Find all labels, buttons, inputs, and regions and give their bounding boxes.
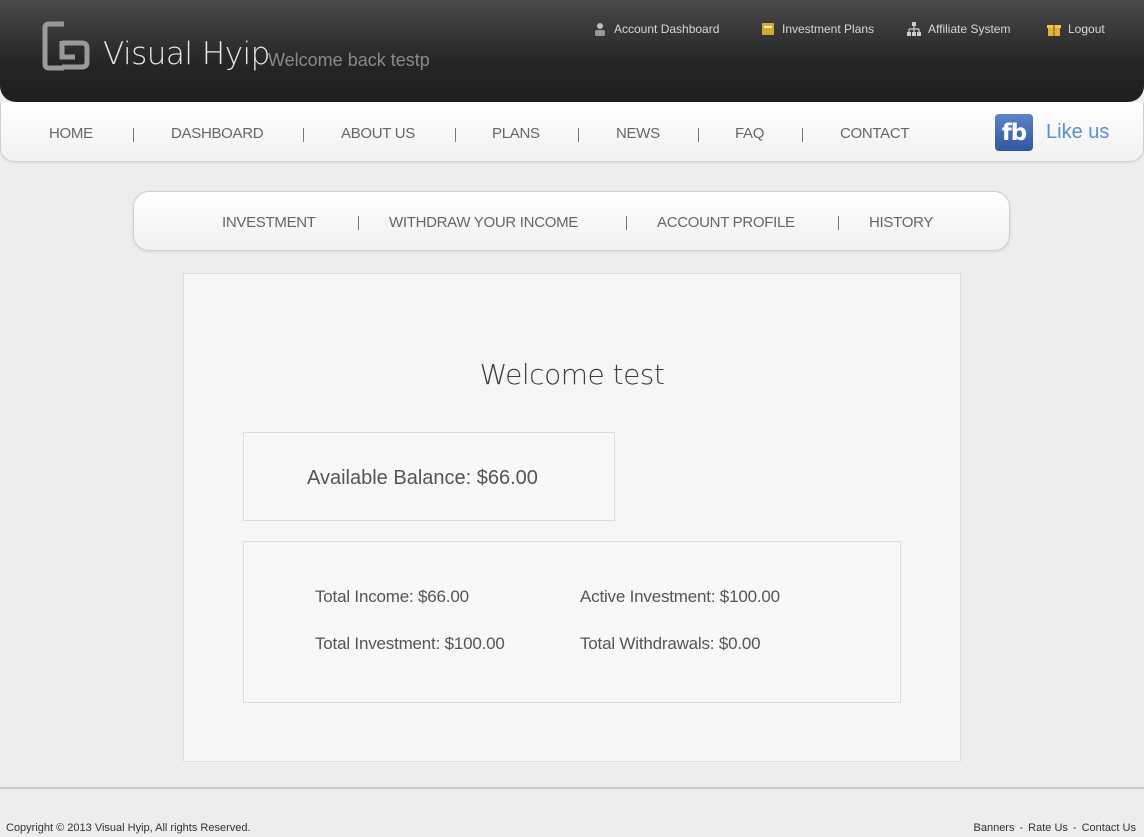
user-icon bbox=[595, 23, 605, 36]
folder-icon bbox=[762, 23, 774, 35]
nav-news[interactable]: NEWS bbox=[616, 125, 660, 142]
dashboard-panel: Welcome test Available Balance: $66.00 T… bbox=[183, 273, 961, 762]
total-withdrawals: Total Withdrawals: $0.00 bbox=[580, 634, 761, 653]
footer-divider bbox=[0, 787, 1144, 789]
nav-dashboard[interactable]: DASHBOARD bbox=[171, 125, 264, 142]
footer-link-contact-us[interactable]: Contact Us bbox=[1082, 822, 1136, 834]
nav-plans[interactable]: PLANS bbox=[492, 125, 540, 142]
nav-separator bbox=[303, 128, 304, 142]
subnav-history[interactable]: HISTORY bbox=[869, 214, 933, 231]
logout-label: Logout bbox=[1068, 22, 1105, 36]
balance-box: Available Balance: $66.00 bbox=[243, 432, 615, 521]
site-header: Visual Hyip Welcome back testp Account D… bbox=[0, 0, 1144, 102]
page-title: Welcome test bbox=[479, 358, 665, 391]
footer-separator: - bbox=[1072, 822, 1077, 834]
subnav-investment[interactable]: INVESTMENT bbox=[222, 214, 316, 231]
account-dashboard-link[interactable]: Account Dashboard bbox=[592, 21, 719, 37]
stats-box: Total Income: $66.00 Active Investment: … bbox=[243, 541, 901, 703]
subnav-separator bbox=[626, 216, 627, 230]
nav-contact[interactable]: CONTACT bbox=[840, 125, 910, 142]
nav-about-us[interactable]: ABOUT US bbox=[341, 125, 415, 142]
copyright-text: Copyright © 2013 Visual Hyip, All rights… bbox=[6, 822, 251, 834]
welcome-back-text: Welcome back testp bbox=[268, 50, 430, 70]
total-investment: Total Investment: $100.00 bbox=[315, 634, 505, 653]
footer-separator: - bbox=[1019, 822, 1024, 834]
affiliate-system-link[interactable]: Affiliate System bbox=[906, 21, 1010, 37]
footer-links: Banners - Rate Us - Contact Us bbox=[974, 822, 1137, 834]
logout-link[interactable]: Logout bbox=[1046, 21, 1105, 37]
facebook-like-label: Like us bbox=[1046, 121, 1110, 143]
network-icon bbox=[907, 22, 921, 36]
investment-plans-link[interactable]: Investment Plans bbox=[760, 21, 874, 37]
gift-icon bbox=[1047, 25, 1061, 36]
account-dashboard-label: Account Dashboard bbox=[614, 22, 720, 36]
footer-link-banners[interactable]: Banners bbox=[974, 822, 1015, 834]
facebook-like-button[interactable]: fb Like us bbox=[995, 114, 1109, 151]
subnav-account-profile[interactable]: ACCOUNT PROFILE bbox=[657, 214, 795, 231]
account-subnav: INVESTMENT WITHDRAW YOUR INCOME ACCOUNT … bbox=[133, 191, 1010, 251]
nav-separator bbox=[455, 128, 456, 142]
affiliate-system-label: Affiliate System bbox=[928, 22, 1011, 36]
total-income: Total Income: $66.00 bbox=[315, 587, 469, 606]
active-investment: Active Investment: $100.00 bbox=[580, 587, 780, 606]
footer-link-rate-us[interactable]: Rate Us bbox=[1028, 822, 1068, 834]
nav-separator bbox=[802, 128, 803, 142]
nav-separator bbox=[133, 128, 134, 142]
facebook-icon: fb bbox=[995, 114, 1033, 151]
subnav-separator bbox=[358, 216, 359, 230]
top-links: Account Dashboard Investment Plans Affil… bbox=[0, 21, 1144, 41]
nav-separator bbox=[698, 128, 699, 142]
nav-separator bbox=[578, 128, 579, 142]
subnav-separator bbox=[838, 216, 839, 230]
main-nav: HOME DASHBOARD ABOUT US PLANS NEWS FAQ C… bbox=[0, 102, 1144, 162]
subnav-withdraw[interactable]: WITHDRAW YOUR INCOME bbox=[389, 214, 578, 231]
brand-name[interactable]: Visual Hyip bbox=[103, 36, 270, 72]
investment-plans-label: Investment Plans bbox=[782, 22, 875, 36]
nav-faq[interactable]: FAQ bbox=[735, 125, 764, 142]
nav-home[interactable]: HOME bbox=[49, 125, 93, 142]
available-balance: Available Balance: $66.00 bbox=[307, 467, 538, 489]
